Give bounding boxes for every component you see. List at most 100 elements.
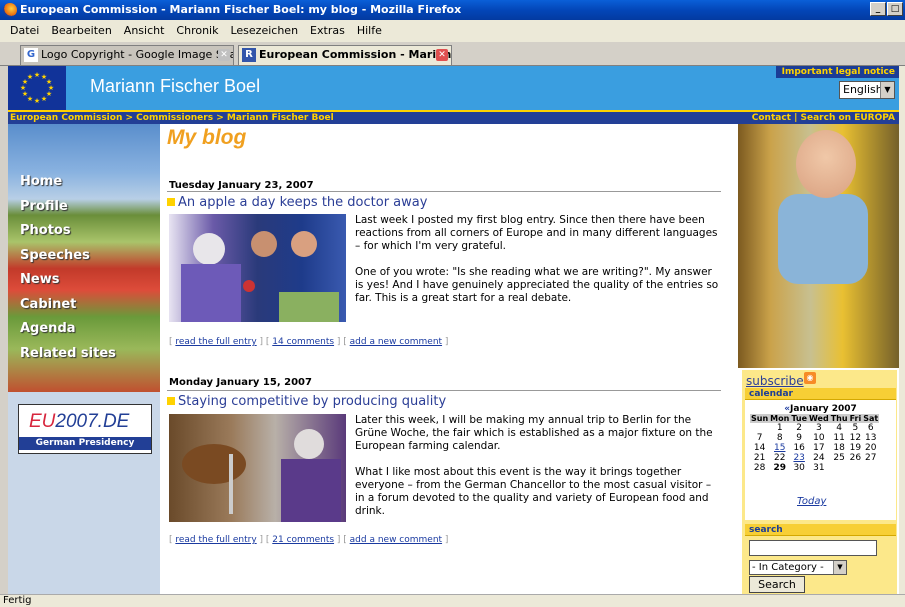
minimize-button[interactable]: _ xyxy=(870,2,886,16)
divider xyxy=(167,191,721,192)
entry-date: Monday January 15, 2007 xyxy=(169,377,312,388)
bullet-icon xyxy=(167,397,175,405)
calendar-day: 6 xyxy=(867,423,874,433)
entry-date: Tuesday January 23, 2007 xyxy=(169,180,314,191)
calendar-day: 9 xyxy=(796,433,803,443)
search-input[interactable] xyxy=(749,540,877,556)
status-bar: Fertig xyxy=(0,594,905,607)
calendar-day: 31 xyxy=(813,463,825,473)
calendar-day: 22 xyxy=(774,453,786,463)
eu-flag-logo[interactable]: ★ ★ ★ ★ ★ ★ ★ ★ ★ ★ ★ ★ xyxy=(8,66,66,110)
entry-text: Last week I posted my first blog entry. … xyxy=(355,214,719,304)
search-button[interactable]: Search xyxy=(749,576,805,593)
bullet-icon xyxy=(167,198,175,206)
svg-text:★: ★ xyxy=(34,97,40,105)
calendar-day: 25 xyxy=(833,453,845,463)
calendar-day: 1 xyxy=(776,423,783,433)
calendar-day: 24 xyxy=(813,453,825,463)
read-full-entry-link[interactable]: read the full entry xyxy=(175,337,256,347)
calendar-header: calendar xyxy=(745,388,896,400)
menu-datei[interactable]: Datei xyxy=(4,20,45,42)
entry-links: [ read the full entry ] [ 14 comments ] … xyxy=(169,337,449,347)
weekday-header: Tue xyxy=(790,414,809,423)
tab-label: Logo Copyright - Google Image Search xyxy=(41,48,234,61)
legal-notice-link[interactable]: Important legal notice xyxy=(776,66,899,78)
menu-extras[interactable]: Extras xyxy=(304,20,351,42)
tab-google[interactable]: G Logo Copyright - Google Image Search ✕ xyxy=(20,45,234,65)
page-title: My blog xyxy=(167,126,247,149)
entry-title[interactable]: Staying competitive by producing quality xyxy=(167,394,446,409)
calendar-month: «January 2007 xyxy=(784,404,857,414)
menu-ansicht[interactable]: Ansicht xyxy=(118,20,171,42)
calendar-day: 27 xyxy=(864,453,877,463)
vertical-scrollbar[interactable] xyxy=(899,66,905,594)
comments-link[interactable]: 21 comments xyxy=(272,535,334,545)
close-tab-icon[interactable]: ✕ xyxy=(436,49,448,61)
german-presidency-banner[interactable]: EU2007.DE German Presidency xyxy=(18,404,152,454)
nav-speeches[interactable]: Speeches xyxy=(20,244,160,269)
photo-detail xyxy=(796,130,856,198)
nav-profile[interactable]: Profile xyxy=(20,195,160,220)
read-full-entry-link[interactable]: read the full entry xyxy=(175,535,256,545)
contact-search-links[interactable]: Contact | Search on EUROPA xyxy=(752,112,895,124)
site-title: Mariann Fischer Boel xyxy=(90,76,261,96)
category-select[interactable]: - In Category - ▼ xyxy=(749,560,847,575)
calendar-day: 18 xyxy=(833,443,845,453)
calendar-day xyxy=(830,463,849,473)
calendar-day: 20 xyxy=(864,443,877,453)
menu-bar: Datei Bearbeiten Ansicht Chronik Lesezei… xyxy=(0,20,905,42)
calendar-day: 7 xyxy=(756,433,763,443)
nav-cabinet[interactable]: Cabinet xyxy=(20,293,160,318)
add-comment-link[interactable]: add a new comment xyxy=(350,337,442,347)
status-text: Fertig xyxy=(3,595,32,606)
add-comment-link[interactable]: add a new comment xyxy=(350,535,442,545)
subscribe-link[interactable]: subscribe xyxy=(746,374,804,388)
chevron-down-icon: ▼ xyxy=(880,82,894,98)
window-controls: _ □ xyxy=(870,2,903,16)
search-header: search xyxy=(745,524,896,536)
maximize-button[interactable]: □ xyxy=(887,2,903,16)
calendar-box: calendar «January 2007 Sun Mon Tue Wed Thu Fr… xyxy=(745,388,896,520)
rss-icon[interactable]: ◉ xyxy=(804,372,816,384)
calendar-day: 10 xyxy=(813,433,825,443)
calendar-day: 3 xyxy=(816,423,822,433)
weekday-header: Mon xyxy=(769,414,791,423)
calendar-week: 28 29 30 31 xyxy=(750,463,879,473)
window-title: European Commission - Mariann Fischer Bo… xyxy=(20,3,462,16)
calendar-day: 11 xyxy=(833,433,845,443)
google-icon: G xyxy=(24,48,38,62)
nav-news[interactable]: News xyxy=(20,268,160,293)
menu-hilfe[interactable]: Hilfe xyxy=(351,20,388,42)
calendar-day-link[interactable]: 15 xyxy=(769,443,790,453)
entry-photo xyxy=(169,214,346,322)
chevron-down-icon: ▼ xyxy=(833,561,846,574)
menu-bearbeiten[interactable]: Bearbeiten xyxy=(45,20,117,42)
calendar-day: 13 xyxy=(864,433,877,443)
weekday-header: Sun xyxy=(750,414,770,423)
calendar-day: 30 xyxy=(793,463,805,473)
close-tab-icon[interactable]: ✕ xyxy=(218,49,230,61)
calendar-day: 28 xyxy=(753,463,766,473)
language-select[interactable]: English ▼ xyxy=(839,81,895,99)
svg-text:★: ★ xyxy=(41,95,47,103)
nav-related-sites[interactable]: Related sites xyxy=(20,342,160,367)
photo-detail xyxy=(778,194,868,284)
language-value: English xyxy=(843,83,883,96)
nav-agenda[interactable]: Agenda xyxy=(20,317,160,342)
entry-title[interactable]: An apple a day keeps the doctor away xyxy=(167,195,427,210)
comments-link[interactable]: 14 comments xyxy=(272,337,334,347)
entry-photo xyxy=(169,414,346,522)
today-link[interactable]: Today xyxy=(797,496,826,507)
nav-photos[interactable]: Photos xyxy=(20,219,160,244)
menu-lesezeichen[interactable]: Lesezeichen xyxy=(224,20,304,42)
breadcrumb-path[interactable]: European Commission > Commissioners > Ma… xyxy=(10,113,334,123)
weekday-header: Fri xyxy=(848,414,863,423)
calendar-day xyxy=(862,463,879,473)
calendar-grid: Sun Mon Tue Wed Thu Fri Sat 1 2 3 4 5 6 7 8 9 10 11 12 13 1… xyxy=(750,414,880,473)
menu-chronik[interactable]: Chronik xyxy=(170,20,224,42)
weekday-header: Wed xyxy=(808,414,830,423)
nav-home[interactable]: Home xyxy=(20,170,160,195)
page-icon: R xyxy=(242,48,256,62)
calendar-day-link[interactable]: 23 xyxy=(790,453,808,463)
tab-european-commission[interactable]: R European Commission - Mariann ... ✕ xyxy=(238,45,452,65)
